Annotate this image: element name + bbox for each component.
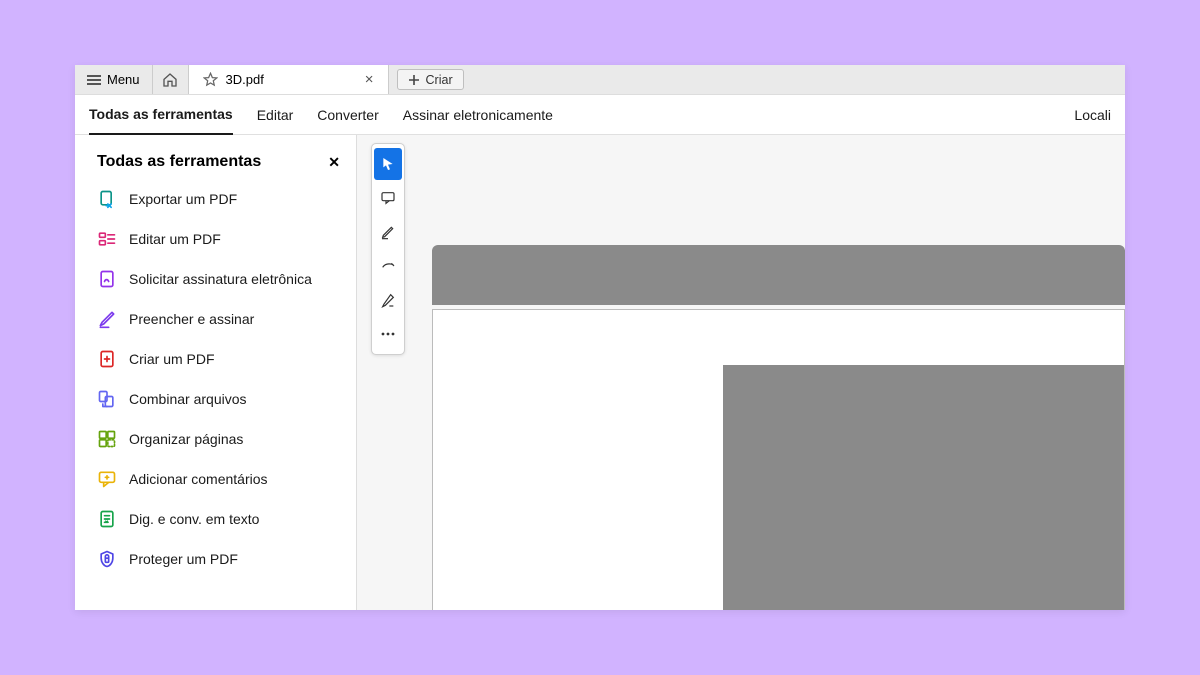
tool-item-request-sign[interactable]: Solicitar assinatura eletrônica xyxy=(97,269,340,289)
secondary-nav: Todas as ferramentas Editar Converter As… xyxy=(75,95,1125,135)
tool-item-label: Adicionar comentários xyxy=(129,471,268,487)
comment-tool[interactable] xyxy=(374,182,402,214)
document-content-block xyxy=(723,365,1124,610)
tool-item-label: Solicitar assinatura eletrônica xyxy=(129,271,312,287)
highlight-tool[interactable] xyxy=(374,284,402,316)
eraser-tool[interactable] xyxy=(374,250,402,282)
tool-item-label: Dig. e conv. em texto xyxy=(129,511,259,527)
tool-item-comment[interactable]: Adicionar comentários xyxy=(97,469,340,489)
edit-icon xyxy=(97,229,117,249)
document-tab[interactable]: 3D.pdf × xyxy=(189,65,389,94)
app-window: Menu 3D.pdf × Criar Todas as ferramentas… xyxy=(75,65,1125,610)
tool-item-edit[interactable]: Editar um PDF xyxy=(97,229,340,249)
star-icon xyxy=(203,72,218,87)
tools-sidepanel: Todas as ferramentas ✕ Exportar um PDF Ed… xyxy=(75,135,357,610)
titlebar: Menu 3D.pdf × Criar xyxy=(75,65,1125,95)
tool-item-fill-sign[interactable]: Preencher e assinar xyxy=(97,309,340,329)
home-icon xyxy=(162,72,178,88)
sidepanel-header: Todas as ferramentas ✕ xyxy=(97,153,340,171)
tool-item-label: Editar um PDF xyxy=(129,231,221,247)
tool-item-ocr[interactable]: A Dig. e conv. em texto xyxy=(97,509,340,529)
tool-item-combine[interactable]: Combinar arquivos xyxy=(97,389,340,409)
nav-convert[interactable]: Converter xyxy=(317,95,378,134)
tool-item-label: Criar um PDF xyxy=(129,351,215,367)
pencil-icon xyxy=(380,224,396,240)
nav-edit[interactable]: Editar xyxy=(257,95,294,134)
speech-bubble-icon xyxy=(380,190,396,206)
pointer-tool[interactable] xyxy=(374,148,402,180)
home-button[interactable] xyxy=(153,65,189,94)
eraser-icon xyxy=(380,258,396,274)
pointer-icon xyxy=(380,156,396,172)
combine-icon xyxy=(97,389,117,409)
pen-icon xyxy=(380,292,396,308)
create-pdf-icon xyxy=(97,349,117,369)
tool-item-label: Preencher e assinar xyxy=(129,311,254,327)
tool-item-organize[interactable]: Organizar páginas xyxy=(97,429,340,449)
tool-item-label: Proteger um PDF xyxy=(129,551,238,567)
document-header-panel xyxy=(432,245,1125,305)
document-stage xyxy=(357,135,1125,610)
more-icon xyxy=(380,331,396,337)
fill-sign-icon xyxy=(97,309,117,329)
create-label: Criar xyxy=(426,73,453,87)
tool-list: Exportar um PDF Editar um PDF Solicitar as… xyxy=(97,189,340,569)
vertical-toolstrip xyxy=(371,143,405,355)
tool-item-label: Exportar um PDF xyxy=(129,191,237,207)
nav-all-tools[interactable]: Todas as ferramentas xyxy=(89,96,233,135)
export-icon xyxy=(97,189,117,209)
more-tools[interactable] xyxy=(374,318,402,350)
sidepanel-title: Todas as ferramentas xyxy=(97,153,261,171)
protect-icon xyxy=(97,549,117,569)
tab-title: 3D.pdf xyxy=(226,72,264,87)
tool-item-export[interactable]: Exportar um PDF xyxy=(97,189,340,209)
sidepanel-close-button[interactable]: ✕ xyxy=(328,154,340,171)
svg-text:A: A xyxy=(105,518,110,525)
tool-item-create-pdf[interactable]: Criar um PDF xyxy=(97,349,340,369)
draw-tool[interactable] xyxy=(374,216,402,248)
tab-close-button[interactable]: × xyxy=(365,71,374,88)
comment-icon xyxy=(97,469,117,489)
tool-item-label: Combinar arquivos xyxy=(129,391,247,407)
document-area xyxy=(432,245,1125,610)
plus-icon xyxy=(408,74,420,86)
menu-label: Menu xyxy=(107,72,140,87)
nav-find[interactable]: Locali xyxy=(1074,95,1111,134)
tool-item-protect[interactable]: Proteger um PDF xyxy=(97,549,340,569)
nav-sign[interactable]: Assinar eletronicamente xyxy=(403,95,553,134)
document-page[interactable] xyxy=(432,309,1125,610)
tool-item-label: Organizar páginas xyxy=(129,431,243,447)
organize-icon xyxy=(97,429,117,449)
app-body: Todas as ferramentas ✕ Exportar um PDF Ed… xyxy=(75,135,1125,610)
request-sign-icon xyxy=(97,269,117,289)
menu-button[interactable]: Menu xyxy=(75,65,153,94)
ocr-icon: A xyxy=(97,509,117,529)
create-button[interactable]: Criar xyxy=(397,69,464,90)
hamburger-icon xyxy=(87,75,101,85)
